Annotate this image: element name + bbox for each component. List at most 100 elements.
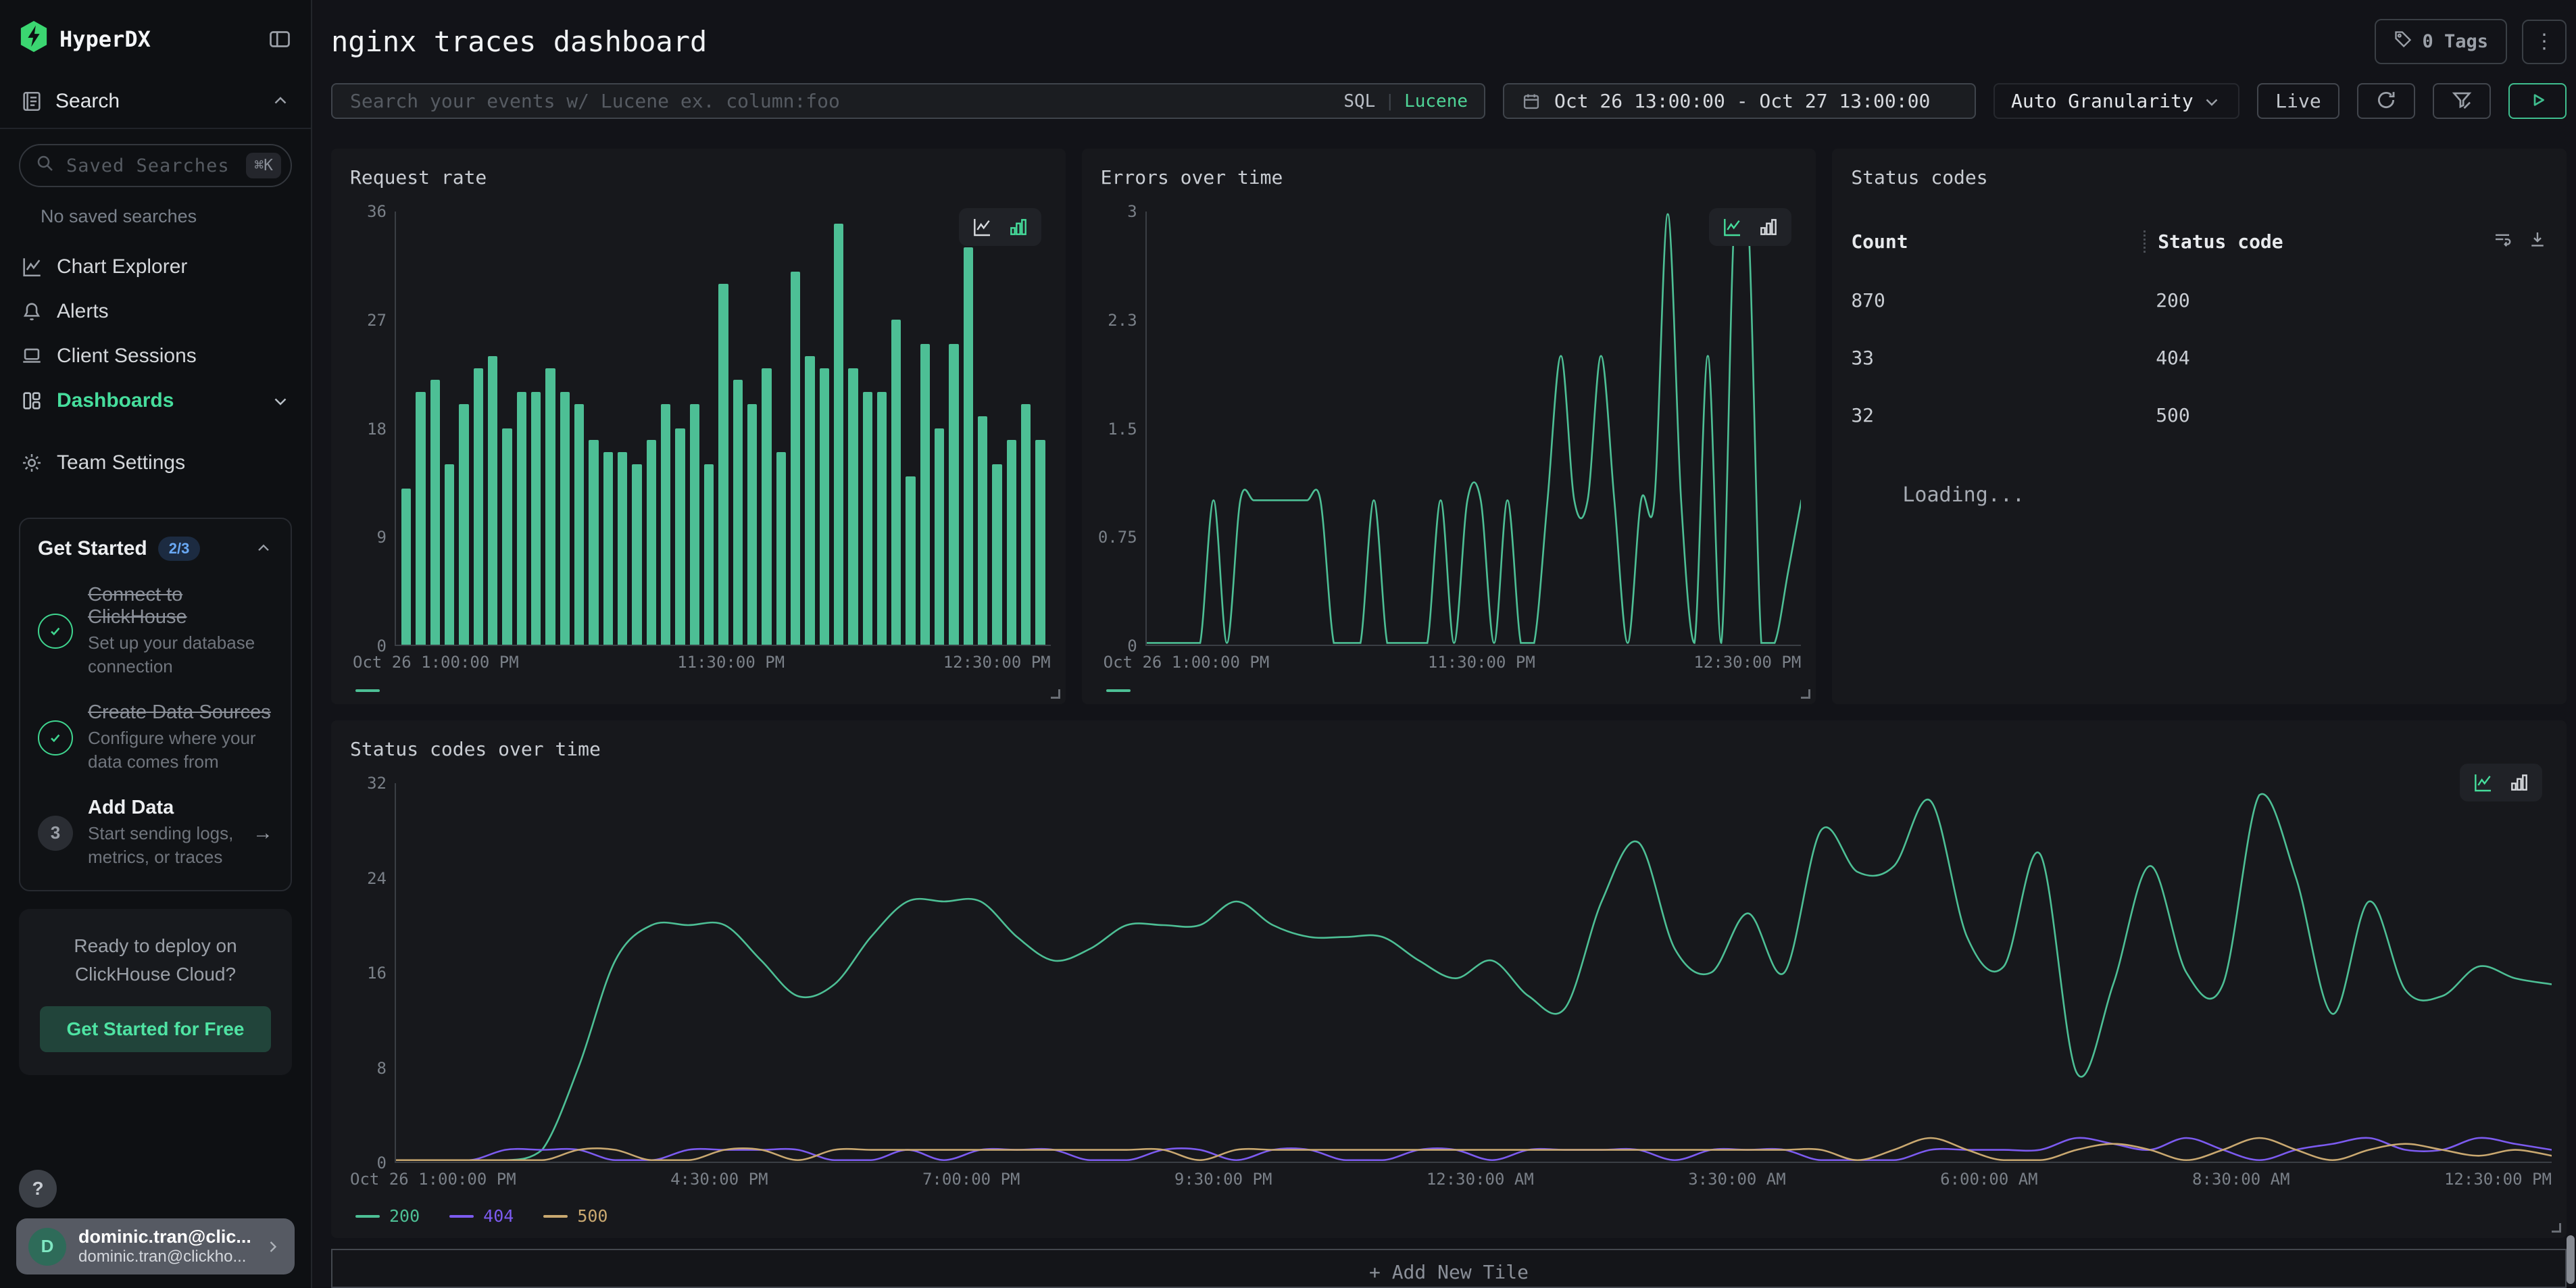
- line-plot[interactable]: [1145, 212, 1802, 646]
- x-tick: 11:30:00 PM: [1428, 653, 1535, 672]
- legend-item-404[interactable]: 404: [449, 1206, 514, 1226]
- x-tick: 11:30:00 PM: [677, 653, 785, 672]
- chevron-up-icon[interactable]: [270, 91, 291, 112]
- resize-handle[interactable]: [1801, 689, 1810, 699]
- bar: [531, 392, 541, 645]
- check-circle-icon: [38, 614, 73, 649]
- lucene-toggle[interactable]: Lucene: [1404, 91, 1468, 112]
- dashboard-grid: Request rate 36 27 18 9 0: [331, 149, 2567, 1238]
- bar: [863, 392, 872, 645]
- event-search-input[interactable]: Search your events w/ Lucene ex. column:…: [331, 83, 1485, 119]
- sidebar-item-chart-explorer[interactable]: Chart Explorer: [0, 245, 311, 289]
- bar: [430, 380, 440, 645]
- sidebar-item-search[interactable]: Search: [0, 75, 311, 128]
- scrollbar-thumb[interactable]: [2567, 1235, 2575, 1284]
- chart-type-toggle: [2460, 764, 2542, 801]
- step-desc: Configure where your data comes from: [88, 726, 273, 774]
- table-row[interactable]: 870 200: [1847, 289, 2552, 312]
- get-started-free-button[interactable]: Get Started for Free: [40, 1006, 272, 1052]
- nav-label: Dashboards: [57, 389, 257, 412]
- no-saved-searches-text: No saved searches: [0, 187, 311, 234]
- get-started-step-2[interactable]: Create Data Sources Configure where your…: [38, 701, 273, 774]
- user-name: dominic.tran@clic...: [78, 1227, 251, 1247]
- tags-button[interactable]: 0 Tags: [2375, 19, 2507, 64]
- bar-chart-icon[interactable]: [2508, 772, 2530, 793]
- sidebar-item-alerts[interactable]: Alerts: [0, 289, 311, 334]
- download-icon[interactable]: [2527, 229, 2548, 254]
- sidebar-item-dashboards[interactable]: Dashboards: [0, 378, 311, 423]
- language-divider: |: [1387, 91, 1392, 112]
- search-docs-icon: [20, 90, 43, 113]
- wrap-text-icon[interactable]: [2492, 229, 2512, 254]
- line-chart-icon[interactable]: [971, 216, 993, 238]
- y-tick: 18: [367, 420, 387, 439]
- bar: [647, 440, 656, 645]
- bar: [603, 452, 613, 645]
- chart-type-toggle: [1709, 208, 1791, 246]
- nav-label: Alerts: [57, 300, 291, 323]
- step-desc: Start sending logs, metrics, or traces: [88, 822, 238, 869]
- legend-dash: [1106, 689, 1131, 692]
- granularity-select[interactable]: Auto Granularity: [1993, 83, 2239, 119]
- resize-handle[interactable]: [2552, 1223, 2561, 1233]
- y-tick: 1.5: [1108, 420, 1137, 439]
- bar-chart-icon[interactable]: [1758, 216, 1779, 238]
- y-axis: 3 2.3 1.5 0.75 0: [1097, 212, 1145, 646]
- line-chart-icon[interactable]: [2472, 772, 2494, 793]
- bar: [877, 392, 887, 645]
- bar: [834, 224, 843, 645]
- granularity-value: Auto Granularity: [2011, 90, 2202, 112]
- panel-title: Request rate: [346, 161, 1051, 189]
- sidebar-item-team-settings[interactable]: Team Settings: [0, 441, 311, 485]
- live-button[interactable]: Live: [2257, 83, 2339, 119]
- x-tick: Oct 26 1:00:00 PM: [350, 1170, 516, 1189]
- legend-item-500[interactable]: 500: [543, 1206, 608, 1226]
- dashboard-menu-button[interactable]: ⋮: [2522, 20, 2567, 64]
- line-plot[interactable]: [395, 783, 2552, 1163]
- filter-button[interactable]: [2433, 83, 2491, 119]
- add-new-tile-button[interactable]: + Add New Tile: [331, 1249, 2567, 1288]
- bar: [401, 489, 411, 645]
- cell-status-code: 404: [2144, 347, 2548, 369]
- table-row[interactable]: 33 404: [1847, 347, 2552, 369]
- line-chart-icon[interactable]: [1721, 216, 1743, 238]
- saved-searches-input[interactable]: Saved Searches ⌘K: [19, 144, 292, 187]
- clickhouse-cloud-card: Ready to deploy on ClickHouse Cloud? Get…: [19, 909, 292, 1075]
- nav-spacer: [0, 423, 311, 441]
- get-started-step-1[interactable]: Connect to ClickHouse Set up your databa…: [38, 584, 273, 678]
- bar: [992, 464, 1001, 645]
- help-button[interactable]: ?: [19, 1170, 57, 1208]
- chevron-up-icon[interactable]: [254, 539, 273, 558]
- bar: [690, 404, 699, 645]
- column-header-count[interactable]: Count: [1851, 230, 2144, 253]
- sidebar-search-label: Search: [55, 90, 258, 113]
- run-query-button[interactable]: [2508, 83, 2567, 119]
- table-row[interactable]: 32 500: [1847, 404, 2552, 426]
- get-started-header[interactable]: Get Started 2/3: [38, 537, 273, 561]
- user-account-button[interactable]: D dominic.tran@clic... dominic.tran@clic…: [16, 1218, 295, 1274]
- cell-count: 33: [1851, 347, 2144, 369]
- date-range-picker[interactable]: Oct 26 13:00:00 - Oct 27 13:00:00: [1503, 83, 1976, 119]
- column-header-status-code[interactable]: Status code: [2144, 230, 2492, 253]
- bar-plot[interactable]: [395, 212, 1051, 646]
- resize-handle[interactable]: [1051, 689, 1060, 699]
- sidebar-collapse-icon[interactable]: [268, 27, 292, 51]
- x-tick: 12:30:00 PM: [1693, 653, 1801, 672]
- arrow-right-icon: →: [253, 822, 273, 845]
- bar-chart-icon[interactable]: [1008, 216, 1029, 238]
- refresh-icon: [2375, 89, 2398, 114]
- get-started-step-3[interactable]: 3 Add Data Start sending logs, metrics, …: [38, 797, 273, 869]
- sql-toggle[interactable]: SQL: [1343, 91, 1375, 112]
- bar: [848, 368, 858, 645]
- x-tick: 9:30:00 PM: [1174, 1170, 1272, 1189]
- sidebar-item-client-sessions[interactable]: Client Sessions: [0, 334, 311, 378]
- panel-title: Status codes: [1847, 161, 2552, 189]
- bar: [820, 368, 829, 645]
- chevron-down-icon: [270, 391, 291, 411]
- refresh-button[interactable]: [2357, 83, 2415, 119]
- y-tick: 0: [1127, 637, 1137, 655]
- legend-item-200[interactable]: 200: [355, 1206, 420, 1226]
- logo-row: HyperDX: [0, 0, 311, 75]
- bar: [906, 476, 915, 645]
- x-tick: 7:00:00 PM: [922, 1170, 1020, 1189]
